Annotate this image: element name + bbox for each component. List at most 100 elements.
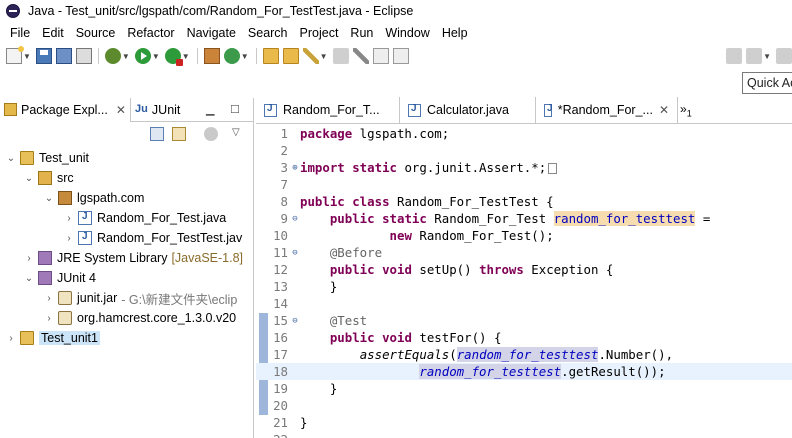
collapsed-arrow-icon[interactable]: ›: [44, 293, 54, 304]
line-number: 10: [273, 228, 288, 243]
open-type-icon[interactable]: [262, 48, 279, 64]
code-line: 13 }: [256, 278, 792, 295]
folded-region-box[interactable]: [548, 163, 558, 174]
pin-icon[interactable]: [726, 48, 743, 64]
line-number: 2: [280, 143, 288, 158]
focus-active-task-icon[interactable]: [204, 127, 218, 141]
tree-item-jre-library[interactable]: › JRE System Library [JavaSE-1.8]: [24, 248, 243, 268]
eclipse-logo-icon: [6, 4, 20, 18]
expanded-arrow-icon[interactable]: ⌄: [24, 173, 34, 184]
code-line-current: 18 random_for_testtest.getResult());: [256, 363, 792, 380]
library-icon: [38, 271, 52, 285]
menu-help[interactable]: Help: [436, 23, 474, 44]
collapsed-arrow-icon[interactable]: ›: [44, 313, 54, 324]
tab-junit[interactable]: Ju JUnit: [131, 98, 184, 122]
toggle-mark-occurrences-icon[interactable]: [332, 48, 349, 64]
save-all-icon[interactable]: [55, 48, 72, 64]
tab-package-explorer[interactable]: Package Expl... ✕: [0, 97, 131, 122]
tree-item-label: Random_For_Test.java: [97, 211, 227, 225]
run-dropdown-arrow-icon[interactable]: ▼: [152, 52, 160, 61]
maximize-icon[interactable]: ☐: [230, 103, 240, 116]
code-line: 16 public void testFor() {: [256, 329, 792, 346]
tree-item-src[interactable]: ⌄ src: [24, 168, 74, 188]
debug-icon[interactable]: [104, 48, 121, 64]
menu-edit[interactable]: Edit: [36, 23, 70, 44]
tree-item-random-for-test[interactable]: › Random_For_Test.java: [64, 208, 226, 228]
tree-item-label: Test_unit: [39, 151, 90, 165]
menu-navigate[interactable]: Navigate: [181, 23, 242, 44]
new-dropdown-arrow-icon[interactable]: ▼: [23, 52, 31, 61]
tree-item-random-for-testtest[interactable]: › Random_For_TestTest.jav: [64, 228, 242, 248]
new-class-dropdown-arrow-icon[interactable]: ▼: [241, 52, 249, 61]
edit-icon[interactable]: [352, 48, 369, 64]
search-dropdown-arrow-icon[interactable]: ▼: [320, 52, 328, 61]
collapsed-arrow-icon[interactable]: ›: [64, 213, 74, 224]
tree-item-test-unit[interactable]: ⌄ Test_unit: [6, 148, 89, 168]
next-annotation-dropdown-arrow-icon[interactable]: ▼: [763, 52, 771, 61]
save-icon[interactable]: [35, 48, 52, 64]
tab-random-for-testtest[interactable]: *Random_For_... ✕: [536, 97, 678, 123]
code-text: }: [300, 415, 308, 430]
tree-item-label: junit.jar: [77, 291, 118, 305]
project-icon: [20, 151, 34, 165]
close-icon[interactable]: ✕: [659, 103, 669, 117]
menu-project[interactable]: Project: [294, 23, 345, 44]
code-text: @Test: [329, 313, 368, 328]
new-package-icon[interactable]: [203, 48, 220, 64]
expanded-arrow-icon[interactable]: ⌄: [24, 273, 34, 284]
link-with-editor-icon[interactable]: [172, 127, 186, 141]
line-number: 21: [273, 415, 288, 430]
quick-access-input[interactable]: Quick Access: [742, 72, 792, 94]
menu-file[interactable]: File: [4, 23, 36, 44]
menu-source[interactable]: Source: [70, 23, 122, 44]
show-whitespace-icon[interactable]: [372, 48, 389, 64]
new-icon[interactable]: [6, 46, 24, 64]
close-icon[interactable]: ✕: [116, 103, 126, 117]
code-line: 3 ⊕ import static org.junit.Assert.*;: [256, 159, 792, 176]
next-annotation-icon[interactable]: [746, 48, 763, 64]
menu-run[interactable]: Run: [344, 23, 379, 44]
view-menu-icon[interactable]: ▽: [232, 127, 246, 141]
tree-item-label: JUnit 4: [57, 271, 96, 285]
expanded-arrow-icon[interactable]: ⌄: [6, 153, 16, 164]
tab-calculator[interactable]: Calculator.java: [400, 97, 536, 123]
fold-collapse-icon[interactable]: ⊖: [290, 248, 300, 258]
search-wand-icon[interactable]: [302, 48, 319, 64]
library-icon: [38, 251, 52, 265]
collapsed-arrow-icon[interactable]: ›: [6, 333, 16, 344]
more-tabs-button[interactable]: »1: [680, 102, 692, 118]
external-tools-dropdown-arrow-icon[interactable]: ▼: [182, 52, 190, 61]
fold-collapse-icon[interactable]: ⊖: [290, 214, 300, 224]
code-text: public class Random_For_TestTest {: [300, 194, 554, 209]
print-icon[interactable]: [75, 48, 92, 64]
fold-collapse-icon[interactable]: ⊖: [290, 316, 300, 326]
expanded-arrow-icon[interactable]: ⌄: [44, 193, 54, 204]
java-file-icon: [544, 103, 552, 117]
collapsed-arrow-icon[interactable]: ›: [64, 233, 74, 244]
fold-expand-icon[interactable]: ⊕: [290, 163, 300, 173]
menu-window[interactable]: Window: [379, 23, 435, 44]
collapsed-arrow-icon[interactable]: ›: [24, 253, 34, 264]
tree-item-junit-jar[interactable]: › junit.jar - G:\新建文件夹\eclip: [44, 288, 237, 308]
menu-search[interactable]: Search: [242, 23, 294, 44]
minimize-icon[interactable]: ▁: [206, 103, 214, 116]
tree-item-package[interactable]: ⌄ lgspath.com: [44, 188, 144, 208]
tab-random-for-test[interactable]: Random_For_T...: [256, 97, 400, 123]
open-task-icon[interactable]: [282, 48, 299, 64]
new-class-icon[interactable]: [223, 48, 240, 64]
debug-dropdown-arrow-icon[interactable]: ▼: [122, 52, 130, 61]
tree-item-hamcrest-jar[interactable]: › org.hamcrest.core_1.3.0.v20: [44, 308, 236, 328]
code-line: 2: [256, 142, 792, 159]
code-editor[interactable]: 1 package lgspath.com; 2 3 ⊕ import stati…: [256, 125, 792, 438]
menu-refactor[interactable]: Refactor: [121, 23, 180, 44]
line-number: 12: [273, 262, 288, 277]
back-icon[interactable]: [776, 48, 792, 64]
run-icon[interactable]: [134, 48, 151, 64]
code-line: 15 ⊖ @Test: [256, 312, 792, 329]
tree-item-junit4[interactable]: ⌄ JUnit 4: [24, 268, 96, 288]
tree-item-test-unit1[interactable]: › Test_unit1: [6, 328, 100, 348]
collapse-all-icon[interactable]: [150, 127, 164, 141]
external-tools-icon[interactable]: [164, 48, 183, 66]
block-selection-icon[interactable]: [392, 48, 409, 64]
line-number: 22: [256, 432, 290, 438]
